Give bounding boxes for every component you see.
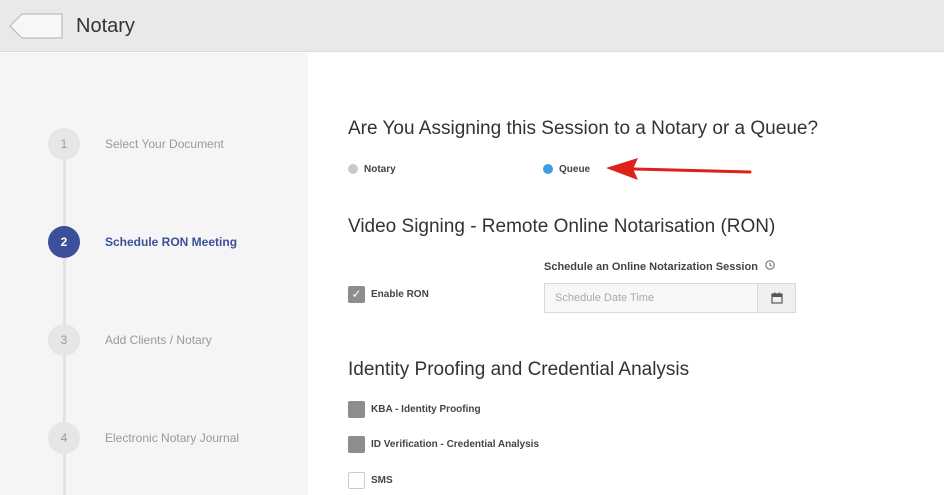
step-number: 1 bbox=[48, 128, 80, 160]
identity-heading: Identity Proofing and Credential Analysi… bbox=[348, 359, 690, 380]
id-verification-label: ID Verification - Credential Analysis bbox=[371, 438, 540, 450]
step-label: Electronic Notary Journal bbox=[105, 431, 240, 445]
step-label: Select Your Document bbox=[105, 137, 224, 151]
schedule-session-text: Schedule an Online Notarization Session bbox=[544, 261, 758, 273]
step-label: Schedule RON Meeting bbox=[105, 235, 238, 249]
schedule-datetime-input[interactable] bbox=[544, 283, 758, 313]
radio-unselected-icon bbox=[348, 164, 358, 174]
radio-selected-icon bbox=[543, 164, 553, 174]
step-number: 3 bbox=[48, 324, 80, 356]
enable-ron-checkbox[interactable]: ✓ Enable RON bbox=[348, 285, 429, 303]
ron-heading: Video Signing - Remote Online Notarisati… bbox=[348, 216, 776, 237]
main-content: Are You Assigning this Session to a Nota… bbox=[308, 53, 944, 495]
step-number: 4 bbox=[48, 422, 80, 454]
sms-checkbox[interactable]: SMS bbox=[348, 471, 393, 489]
sms-label: SMS bbox=[371, 474, 393, 486]
kba-checkbox[interactable]: KBA - Identity Proofing bbox=[348, 400, 481, 418]
page-title: Notary bbox=[76, 15, 135, 37]
red-arrow-icon bbox=[606, 158, 752, 180]
step-label: Add Clients / Notary bbox=[105, 333, 212, 347]
calendar-icon[interactable] bbox=[758, 283, 796, 313]
queue-radio-label: Queue bbox=[559, 163, 591, 175]
enable-ron-label: Enable RON bbox=[371, 288, 429, 300]
checkbox-filled-icon bbox=[348, 400, 365, 418]
checkbox-checked-icon: ✓ bbox=[348, 285, 365, 303]
assign-heading: Are You Assigning this Session to a Nota… bbox=[348, 118, 819, 139]
top-bar: Notary bbox=[0, 0, 944, 52]
queue-radio[interactable]: Queue bbox=[543, 161, 590, 177]
id-verification-checkbox[interactable]: ID Verification - Credential Analysis bbox=[348, 435, 539, 453]
back-arrow-icon[interactable] bbox=[8, 12, 63, 40]
notary-radio-label: Notary bbox=[364, 163, 396, 175]
notary-radio[interactable]: Notary bbox=[348, 161, 396, 177]
schedule-session-label: Schedule an Online Notarization Session bbox=[544, 260, 775, 273]
step-number: 2 bbox=[48, 226, 80, 258]
checkbox-filled-icon bbox=[348, 435, 365, 453]
kba-label: KBA - Identity Proofing bbox=[371, 403, 481, 415]
checkbox-empty-icon bbox=[348, 471, 365, 489]
info-icon[interactable] bbox=[765, 260, 775, 273]
stepper-sidebar: 1 Select Your Document 2 Schedule RON Me… bbox=[0, 53, 308, 495]
